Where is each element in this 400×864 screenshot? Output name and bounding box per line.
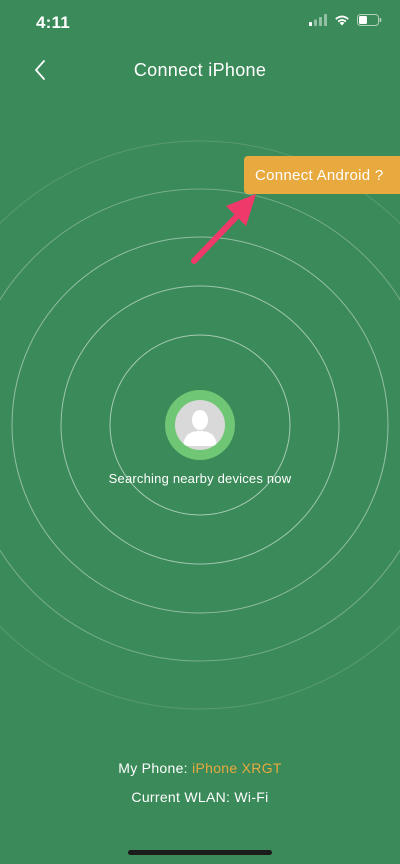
battery-icon <box>357 14 382 26</box>
connect-android-label: Connect Android ? <box>255 166 384 184</box>
wifi-icon <box>335 15 349 26</box>
my-phone-info: My Phone: iPhone XRGT <box>0 760 400 776</box>
status-time: 4:11 <box>36 13 70 32</box>
annotation-arrow-icon <box>191 194 256 264</box>
home-indicator[interactable] <box>128 850 272 855</box>
searching-status-text: Searching nearby devices now <box>108 471 292 486</box>
signal-icon <box>309 14 327 26</box>
person-avatar-icon <box>175 400 225 450</box>
status-bar: 4:11 <box>0 0 400 44</box>
person-silhouette <box>183 410 217 446</box>
status-icons <box>309 14 382 26</box>
my-phone-label: My Phone: <box>118 760 193 776</box>
avatar-ring <box>165 390 235 460</box>
nav-bar: Connect iPhone <box>0 50 400 90</box>
my-phone-name: iPhone XRGT <box>192 760 282 776</box>
page-title: Connect iPhone <box>133 60 267 80</box>
connect-iphone-screen: 4:11 Connect iPhone Connect Android ? Se… <box>0 0 400 864</box>
current-wlan-info: Current WLAN: Wi-Fi <box>131 789 269 805</box>
